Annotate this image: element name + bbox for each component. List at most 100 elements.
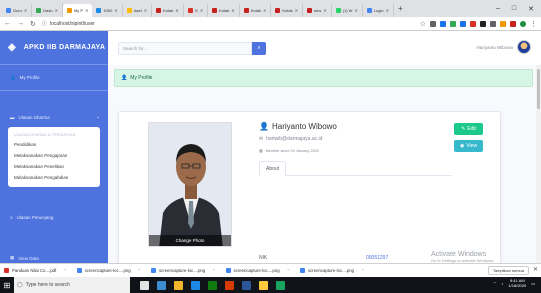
extension-icon[interactable] — [460, 20, 466, 27]
browser-tab[interactable]: Kotak ✕ — [152, 4, 184, 17]
browser-tab[interactable]: Kotak ✕ — [208, 4, 240, 17]
page-scrollbar[interactable] — [536, 65, 541, 263]
close-tab-icon[interactable]: ✕ — [323, 8, 326, 13]
close-tab-icon[interactable]: ✕ — [144, 8, 147, 13]
close-tab-icon[interactable]: ✕ — [354, 8, 357, 13]
show-all-downloads-button[interactable]: Tampilkan semua — [487, 266, 529, 275]
sidebar-item-view-data[interactable]: ▦ View Data — [0, 248, 108, 263]
taskbar-app-icon[interactable] — [191, 280, 200, 290]
browser-tab[interactable]: Dash ✕ — [32, 4, 63, 17]
chevron-up-icon[interactable]: ⌃ — [212, 268, 215, 273]
browser-tab[interactable]: G ✕ — [184, 4, 209, 17]
browser-tab[interactable]: Guru ✕ — [2, 4, 33, 17]
close-window-button[interactable]: ✕ — [528, 5, 534, 13]
windows-start-icon[interactable]: ⊞ — [0, 277, 14, 293]
taskbar-app-icon[interactable] — [242, 280, 251, 290]
new-tab-button[interactable]: + — [398, 4, 403, 13]
change-photo-caption[interactable]: Change Photo — [149, 235, 231, 246]
sidebar-item-ulasan-penunjang[interactable]: ≡ Ulasan Penunjang — [0, 207, 108, 227]
close-tab-icon[interactable]: ✕ — [55, 8, 58, 13]
profile-icon[interactable] — [520, 20, 526, 27]
browser-tab[interactable]: Login ✕ — [363, 4, 394, 17]
taskbar-app-icon[interactable] — [225, 280, 234, 290]
close-tab-icon[interactable]: ✕ — [175, 8, 178, 13]
reload-icon[interactable]: ↻ — [30, 20, 36, 28]
extension-icon[interactable] — [500, 20, 506, 27]
taskbar-app-icon[interactable] — [259, 280, 268, 290]
tab-favicon-icon — [187, 8, 193, 13]
network-icon[interactable]: ⌃ — [493, 281, 496, 286]
tab-about[interactable]: About — [259, 161, 287, 176]
scrollbar-thumb[interactable] — [537, 69, 540, 109]
clock[interactable]: 9:41 AM 1/18/2020 — [508, 278, 526, 288]
taskbar-app-icon[interactable] — [174, 280, 183, 290]
taskbar-app-icon[interactable] — [157, 280, 166, 290]
chevron-up-icon[interactable]: ⌃ — [138, 268, 141, 273]
close-tab-icon[interactable]: ✕ — [295, 8, 298, 13]
search-button[interactable]: ⌕ — [252, 41, 266, 55]
user-menu[interactable]: Hariyanto Wibowo — [476, 40, 531, 54]
user-icon: 👤 — [10, 74, 16, 80]
minimize-button[interactable]: – — [496, 5, 500, 12]
taskbar-search-input[interactable]: ◯ Type here to search — [14, 277, 130, 293]
browser-tab[interactable]: new ✕ — [303, 4, 332, 17]
browser-tab[interactable]: 1000 ✕ — [92, 4, 123, 17]
chevron-up-icon[interactable]: ⌃ — [287, 268, 290, 273]
extension-icon[interactable] — [440, 20, 446, 27]
extension-icons: ☆ ⋮ — [420, 20, 537, 28]
volume-icon[interactable]: ♪ — [501, 281, 503, 286]
page-title: My Profile — [130, 75, 153, 81]
sidebar-item-my-profile[interactable]: 👤 My Profile — [0, 65, 108, 91]
taskbar-app-icon[interactable] — [276, 280, 285, 290]
sidebar-item-ulasan-dharma[interactable]: ▬ Ulasan Dharma ⌄ — [0, 109, 108, 125]
url-field[interactable]: ⓘ localhost/sipintl/user — [42, 20, 414, 28]
forward-icon[interactable]: → — [17, 20, 24, 27]
download-item[interactable]: Panduan Nilai Co....pdf ⌃ — [4, 268, 67, 273]
browser-tab[interactable]: My P ✕ — [62, 4, 93, 17]
maximize-button[interactable]: □ — [512, 5, 516, 12]
extension-icon[interactable] — [510, 20, 516, 27]
browser-tab[interactable]: Aset ✕ — [123, 4, 153, 17]
view-button[interactable]: ◉ View — [454, 140, 483, 152]
download-item[interactable]: screencapture-loc....png ⌃ — [299, 268, 364, 273]
submenu-item-penelitian[interactable]: Melaksanakan Penelitian — [8, 161, 100, 172]
edit-button[interactable]: ✎ Edit — [454, 123, 483, 135]
close-tab-icon[interactable]: ✕ — [114, 8, 117, 13]
taskbar-app-icon[interactable] — [140, 280, 149, 290]
close-tab-icon[interactable]: ✕ — [386, 8, 389, 13]
info-icon[interactable]: ⓘ — [42, 20, 47, 27]
chevron-up-icon[interactable]: ⌃ — [63, 268, 66, 273]
notification-icon[interactable]: ▭ — [531, 281, 535, 286]
search-input[interactable]: Search for... — [118, 41, 252, 55]
browser-tab[interactable]: Kotak ✕ — [240, 4, 272, 17]
extension-icon[interactable] — [470, 20, 476, 27]
close-tab-icon[interactable]: ✕ — [200, 8, 203, 13]
submenu-item-pendidikan[interactable]: Pendidikan — [8, 139, 100, 150]
submenu-item-pengajaran[interactable]: Melaksanakan Pengajaran — [8, 150, 100, 161]
download-item[interactable]: screencapture-loc....png ⌃ — [151, 268, 216, 273]
menu-kebab-icon[interactable]: ⋮ — [530, 20, 537, 28]
close-tab-icon[interactable]: ✕ — [24, 8, 27, 13]
profile-photo[interactable]: Change Photo — [148, 122, 232, 247]
brand-logo-icon: ◈ — [8, 42, 16, 53]
download-item[interactable]: screencapture-loc....png ⌃ — [76, 268, 141, 273]
bookmark-star-icon[interactable]: ☆ — [420, 20, 426, 28]
back-icon[interactable]: ← — [4, 20, 11, 27]
download-item[interactable]: screencapture-loc....png ⌃ — [225, 268, 290, 273]
close-tab-icon[interactable]: ✕ — [231, 8, 234, 13]
browser-tab[interactable]: (1) W ✕ — [332, 4, 363, 17]
browser-tab[interactable]: Kotak ✕ — [271, 4, 303, 17]
close-downloads-icon[interactable]: ✕ — [533, 266, 538, 273]
extension-icon[interactable] — [480, 20, 486, 27]
extension-icon[interactable] — [450, 20, 456, 27]
close-tab-icon[interactable]: ✕ — [85, 8, 88, 13]
taskbar-apps — [140, 280, 285, 290]
tab-label: (1) W — [342, 8, 353, 13]
extension-icon[interactable] — [490, 20, 496, 27]
close-tab-icon[interactable]: ✕ — [263, 8, 266, 13]
extension-icon[interactable] — [430, 20, 436, 27]
submenu-item-pengabdian[interactable]: Melaksanakan Pengabdian — [8, 172, 100, 183]
chevron-up-icon[interactable]: ⌃ — [361, 268, 364, 273]
sidebar-brand[interactable]: ◈ APKD IIB DARMAJAYA — [0, 31, 108, 65]
taskbar-app-icon[interactable] — [208, 280, 217, 290]
